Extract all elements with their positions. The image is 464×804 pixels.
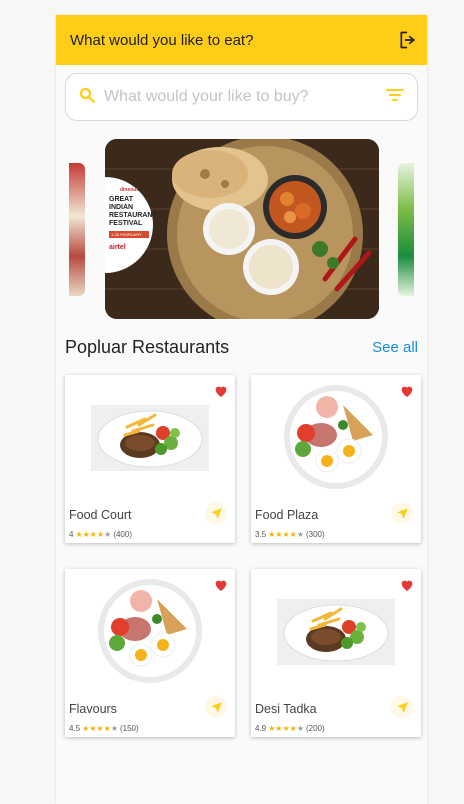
star-rating: ★ ★ ★ ★ ★ (268, 529, 304, 539)
star-icon: ★ (296, 723, 304, 733)
star-icon: ★ (103, 723, 111, 733)
rating-row: 3.5 ★ ★ ★ ★ ★ (300) (255, 530, 325, 539)
dish-image-breakfast (251, 375, 421, 495)
star-icon: ★ (282, 723, 290, 733)
star-icon: ★ (89, 723, 97, 733)
review-count: (400) (113, 530, 132, 539)
top-bar: What would you like to eat? (56, 15, 427, 65)
star-icon: ★ (89, 529, 97, 539)
star-icon: ★ (282, 529, 290, 539)
navigation-icon[interactable] (391, 696, 413, 718)
heart-icon[interactable] (213, 383, 229, 399)
star-rating: ★ ★ ★ ★ ★ (75, 529, 112, 539)
restaurant-name: Food Plaza (255, 508, 319, 522)
dish-image-steak (251, 569, 421, 689)
star-icon: ★ (289, 723, 297, 733)
restaurant-card-desi-tadka[interactable]: Desi Tadka 4.9 ★ ★ ★ ★ ★ (200) (251, 569, 421, 737)
promo-carousel[interactable]: dineout GREAT INDIAN RESTAURANT FESTIVAL… (56, 139, 427, 319)
star-rating: ★ ★ ★ ★ ★ (82, 723, 118, 733)
carousel-banner[interactable]: dineout GREAT INDIAN RESTAURANT FESTIVAL… (105, 139, 379, 319)
rating-row: 4 ★ ★ ★ ★ ★ (400) (69, 530, 132, 539)
rating-value: 3.5 (255, 530, 267, 539)
rating-value: 4.9 (255, 724, 267, 733)
rating-value: 4.5 (69, 724, 81, 733)
star-icon: ★ (96, 529, 105, 539)
badge-sponsor: airtel (109, 244, 126, 251)
logout-icon[interactable] (397, 29, 419, 51)
search-icon (78, 86, 96, 109)
restaurant-name: Desi Tadka (255, 702, 317, 716)
star-icon: ★ (104, 529, 112, 539)
star-icon: ★ (110, 723, 118, 733)
section-title: Popluar Restaurants (65, 337, 230, 357)
heart-icon[interactable] (213, 577, 229, 593)
review-count: (150) (119, 724, 139, 733)
restaurant-name: Flavours (69, 702, 117, 716)
review-count: (200) (305, 724, 325, 733)
star-icon: ★ (268, 723, 276, 733)
star-icon: ★ (96, 723, 104, 733)
star-icon: ★ (268, 529, 276, 539)
star-icon: ★ (275, 723, 283, 733)
carousel-next-slide[interactable] (398, 163, 414, 296)
heart-icon[interactable] (399, 577, 415, 593)
star-rating: ★ ★ ★ ★ ★ (268, 723, 304, 733)
star-icon: ★ (75, 529, 83, 539)
navigation-icon[interactable] (205, 502, 227, 524)
navigation-icon[interactable] (205, 696, 227, 718)
search-bar (65, 73, 418, 121)
page-title: What would you like to eat? (70, 31, 254, 49)
filter-icon[interactable] (385, 87, 405, 108)
dish-image-steak (65, 375, 235, 495)
restaurant-card-flavours[interactable]: Flavours 4.5 ★ ★ ★ ★ ★ (150) (65, 569, 235, 737)
star-icon: ★ (296, 529, 304, 539)
heart-icon[interactable] (399, 383, 415, 399)
restaurant-card-food-court[interactable]: Food Court 4 ★ ★ ★ ★ ★ (400) (65, 375, 235, 543)
badge-brand: dineout (119, 187, 139, 193)
badge-date: 1-28 FEBRUARY (109, 231, 149, 238)
app-screen: What would you like to eat? What would y… (56, 15, 427, 804)
badge-title: GREAT INDIAN RESTAURANT FESTIVAL (109, 196, 157, 227)
review-count: (300) (305, 530, 325, 539)
star-icon: ★ (82, 723, 90, 733)
dish-image-breakfast (65, 569, 235, 689)
search-input[interactable] (104, 88, 385, 106)
star-icon: ★ (82, 529, 90, 539)
restaurant-card-food-plaza[interactable]: Food Plaza 3.5 ★ ★ ★ ★ ★ (300) (251, 375, 421, 543)
star-icon: ★ (275, 529, 283, 539)
star-icon: ★ (289, 529, 297, 539)
rating-row: 4.9 ★ ★ ★ ★ ★ (200) (255, 724, 325, 733)
section-header: Popluar Restaurants See all (65, 337, 418, 358)
rating-row: 4.5 ★ ★ ★ ★ ★ (150) (69, 724, 139, 733)
see-all-link[interactable]: See all (372, 339, 418, 356)
navigation-icon[interactable] (391, 502, 413, 524)
rating-value: 4 (69, 530, 74, 539)
carousel-prev-slide[interactable] (69, 163, 85, 296)
restaurant-name: Food Court (69, 508, 132, 522)
